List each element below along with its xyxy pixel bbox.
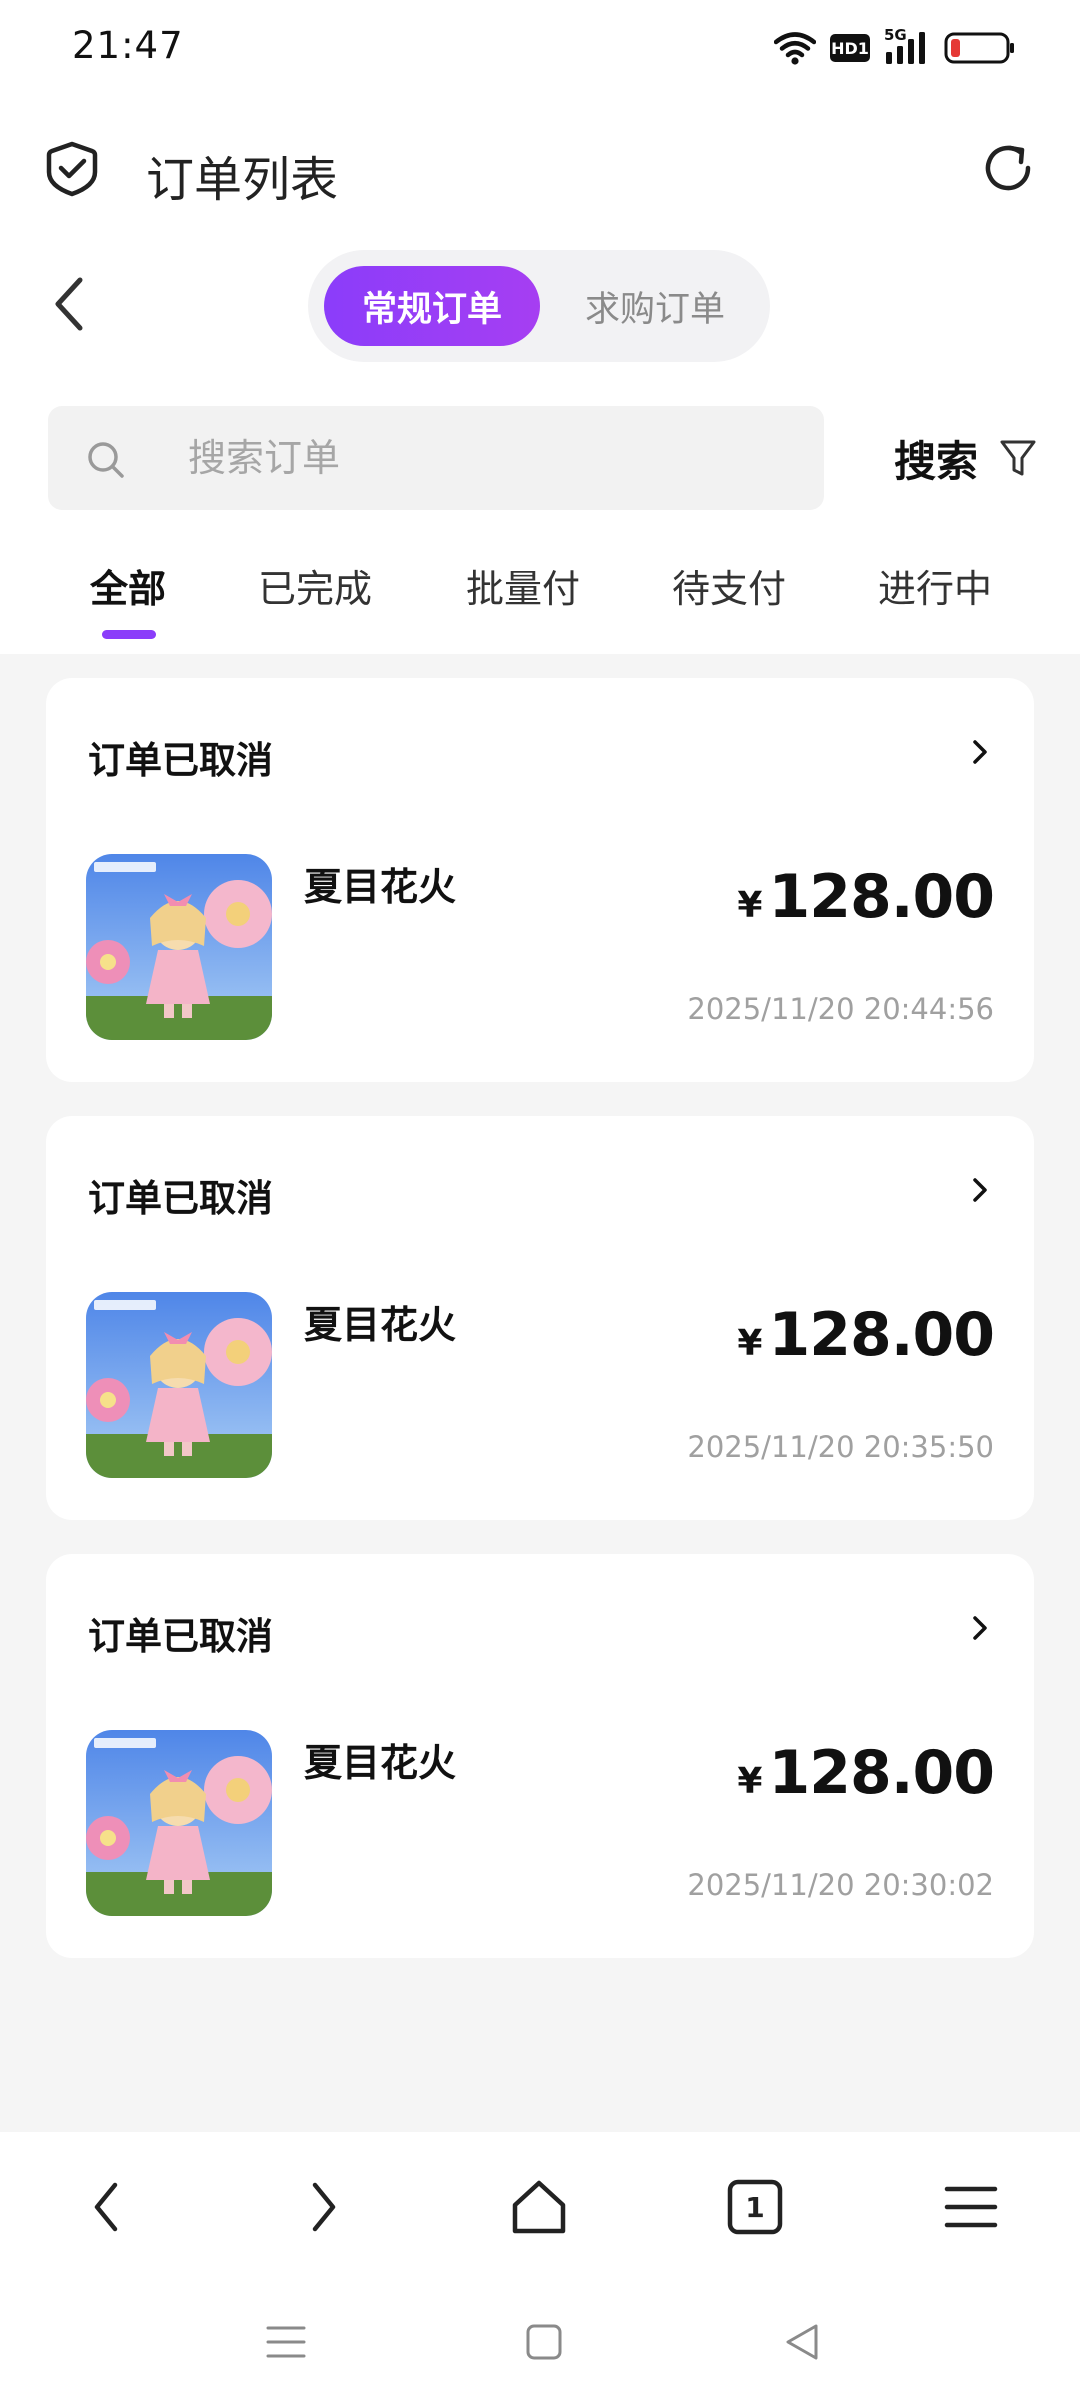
tab-completed[interactable]: 已完成 xyxy=(258,558,372,613)
currency-symbol: ¥ xyxy=(737,1761,763,1802)
product-thumbnail[interactable] xyxy=(86,1730,272,1916)
chevron-right-icon[interactable] xyxy=(968,1172,994,1208)
product-name: 夏目花火 xyxy=(304,865,457,909)
home-icon[interactable] xyxy=(504,2172,574,2242)
price-value: 128.00 xyxy=(768,1738,995,1808)
status-icons: HD1 5G xyxy=(774,26,1016,70)
browser-nav-bar: 1 xyxy=(0,2132,1080,2272)
price-value: 128.00 xyxy=(768,1300,995,1370)
shield-check-icon[interactable] xyxy=(42,138,102,198)
order-status: 订单已取消 xyxy=(88,739,273,782)
tab-count: 1 xyxy=(745,2190,765,2224)
chevron-right-icon[interactable] xyxy=(968,1610,994,1646)
search-button[interactable]: 搜索 xyxy=(894,428,978,489)
chevron-right-icon[interactable] xyxy=(968,734,994,770)
hd-label: HD1 xyxy=(831,38,869,58)
order-time: 2025/11/20 20:44:56 xyxy=(687,992,994,1026)
currency-symbol: ¥ xyxy=(737,1323,763,1364)
search-input[interactable] xyxy=(188,430,788,486)
forward-arrow-icon[interactable] xyxy=(288,2172,358,2242)
product-name: 夏目花火 xyxy=(304,1303,457,1347)
status-bar: 21:47 HD1 5G xyxy=(0,0,1080,96)
menu-icon[interactable] xyxy=(936,2172,1006,2242)
signal-5g-icon: 5G xyxy=(884,26,930,66)
order-time: 2025/11/20 20:35:50 xyxy=(687,1430,994,1464)
battery-low-icon xyxy=(944,31,1016,65)
order-type-segmented-control: 常规订单 求购订单 xyxy=(308,250,770,362)
order-card[interactable]: 订单已取消 夏目花 xyxy=(46,678,1034,1082)
tab-all[interactable]: 全部 xyxy=(90,558,166,613)
order-list: 订单已取消 夏目花火 ¥ 128.00 2025/11/20 20:44:56 … xyxy=(0,654,1080,2132)
tabs-icon[interactable]: 1 xyxy=(720,2172,790,2242)
currency-symbol: ¥ xyxy=(737,885,763,926)
page-title: 订单列表 xyxy=(146,152,339,208)
search-icon xyxy=(86,440,126,480)
order-card[interactable]: 订单已取消 夏目花 xyxy=(46,1116,1034,1520)
order-price: ¥ 128.00 xyxy=(737,1738,995,1808)
product-name: 夏目花火 xyxy=(304,1741,457,1785)
tab-pending-payment[interactable]: 待支付 xyxy=(672,558,786,613)
home-square-icon[interactable] xyxy=(514,2312,574,2372)
order-time: 2025/11/20 20:30:02 xyxy=(687,1868,994,1902)
order-price: ¥ 128.00 xyxy=(737,1300,995,1370)
recents-icon[interactable] xyxy=(256,2312,316,2372)
order-price: ¥ 128.00 xyxy=(737,862,995,932)
tab-batch-pay[interactable]: 批量付 xyxy=(466,558,580,613)
product-thumbnail[interactable] xyxy=(86,1292,272,1478)
status-time: 21:47 xyxy=(72,24,184,67)
refresh-icon[interactable] xyxy=(978,138,1038,198)
hd-icon: HD1 xyxy=(830,34,870,62)
product-thumbnail[interactable] xyxy=(86,854,272,1040)
price-value: 128.00 xyxy=(768,862,995,932)
segment-regular-orders[interactable]: 常规订单 xyxy=(324,266,540,346)
order-status: 订单已取消 xyxy=(88,1615,273,1658)
segment-purchase-orders[interactable]: 求购订单 xyxy=(552,266,758,346)
back-arrow-icon[interactable] xyxy=(72,2172,142,2242)
system-nav-bar xyxy=(0,2272,1080,2408)
tab-in-progress[interactable]: 进行中 xyxy=(878,558,992,613)
wifi-icon xyxy=(774,31,816,65)
order-card[interactable]: 订单已取消 夏目花 xyxy=(46,1554,1034,1958)
back-triangle-icon[interactable] xyxy=(772,2312,832,2372)
back-button[interactable] xyxy=(46,272,94,336)
filter-icon[interactable] xyxy=(998,436,1038,480)
tab-active-indicator xyxy=(102,630,156,639)
order-status: 订单已取消 xyxy=(88,1177,273,1220)
status-tabs: 全部 已完成 批量付 待支付 进行中 xyxy=(0,550,1080,650)
app-header: 订单列表 xyxy=(0,120,1080,220)
